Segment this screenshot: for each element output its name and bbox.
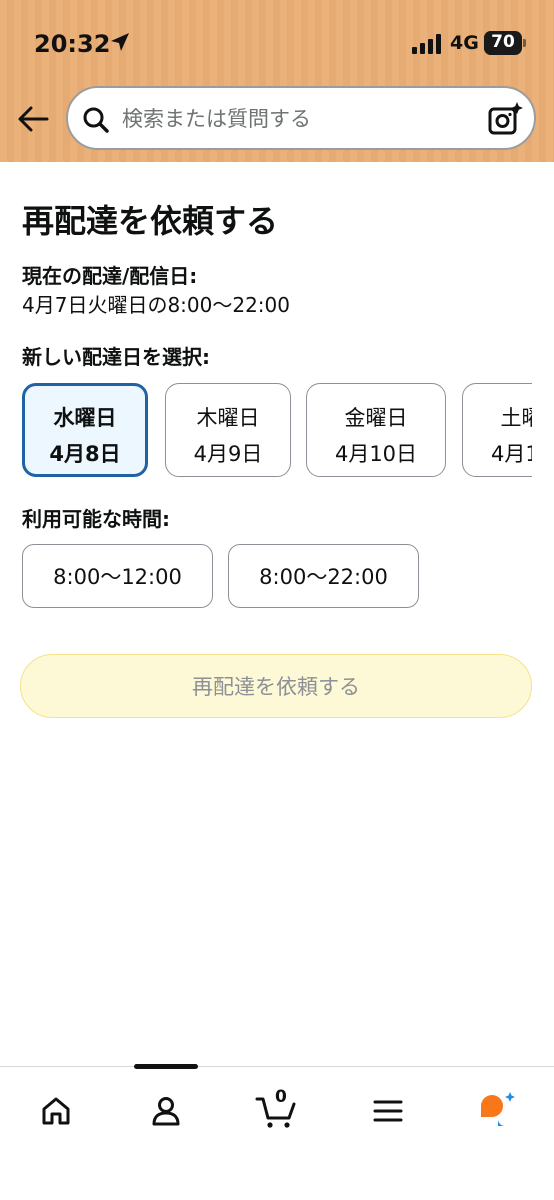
status-bar: 20:32 4G 70 [0,0,554,88]
menu-icon [373,1100,403,1122]
status-time: 20:32 [34,30,111,58]
date-option-weekday: 金曜日 [344,406,408,430]
page-title: 再配達を依頼する [22,202,279,240]
nav-account[interactable] [144,1089,188,1133]
time-slot-all-day[interactable]: 8:00〜22:00 [228,544,419,608]
nav-menu[interactable] [366,1089,410,1133]
date-option-weekday: 水曜日 [53,406,117,430]
request-redelivery-button[interactable]: 再配達を依頼する [20,654,532,718]
app-header: 20:32 4G 70 [0,0,554,162]
date-option-date: 4月9日 [193,442,263,466]
date-option-weekday: 木曜日 [196,406,260,430]
bottom-navigation: 0 [0,1064,554,1200]
current-delivery-label: 現在の配達/配信日: [22,264,198,288]
network-type: 4G [450,32,479,54]
nav-cart[interactable]: 0 [254,1087,302,1133]
current-delivery-value: 4月7日火曜日の8:00〜22:00 [22,293,290,317]
date-option-wed[interactable]: 水曜日 4月8日 [22,383,148,477]
date-option-sat[interactable]: 土曜日 4月11日 [462,383,532,477]
date-option-date: 4月11日 [490,442,532,466]
nav-home[interactable] [34,1089,78,1133]
available-times-label: 利用可能な時間: [22,507,170,531]
time-slot-morning[interactable]: 8:00〜12:00 [22,544,213,608]
select-date-label: 新しい配達日を選択: [22,345,210,369]
account-icon [152,1097,180,1126]
nav-rufus[interactable] [476,1089,520,1133]
date-option-thu[interactable]: 木曜日 4月9日 [165,383,291,477]
battery-percentage: 70 [491,32,515,52]
battery-cap [523,39,526,47]
search-input[interactable] [122,102,482,136]
home-icon [42,1097,70,1125]
search-bar[interactable] [66,86,536,150]
date-options-row[interactable]: 水曜日 4月8日 木曜日 4月9日 金曜日 4月10日 土曜日 4月11日 [0,383,532,479]
cart-count: 0 [275,1087,287,1107]
search-icon [83,107,109,133]
date-option-weekday: 土曜日 [500,406,533,430]
active-tab-indicator [134,1064,198,1069]
date-option-date: 4月10日 [334,442,418,466]
arrow-left-icon [18,106,49,132]
cellular-signal-icon [412,34,441,54]
back-button[interactable] [14,100,52,138]
date-option-fri[interactable]: 金曜日 4月10日 [306,383,446,477]
battery-body: 70 [484,31,522,55]
date-option-date: 4月8日 [49,442,121,466]
camera-search-button[interactable] [486,100,524,138]
location-arrow-icon [111,33,129,51]
battery-icon: 70 [484,31,526,55]
camera-sparkle-icon [488,102,523,135]
rufus-assistant-icon [481,1092,515,1126]
